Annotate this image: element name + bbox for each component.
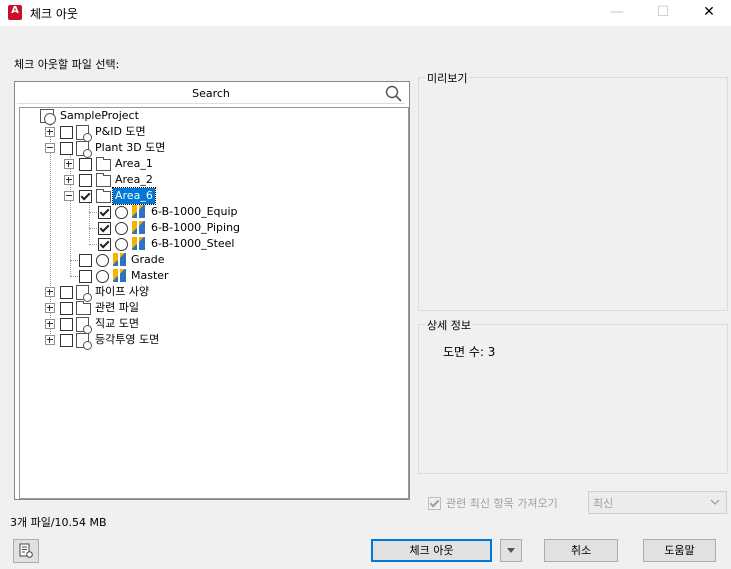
checkbox[interactable]	[79, 254, 92, 267]
checkbox-checked[interactable]	[79, 190, 92, 203]
help-button[interactable]: 도움말	[643, 539, 716, 562]
checkbox-checked[interactable]	[98, 238, 111, 251]
status-circle-icon	[96, 270, 109, 283]
expand-icon[interactable]	[45, 319, 55, 329]
document-icon	[76, 125, 92, 142]
close-button[interactable]: ✕	[686, 0, 731, 26]
document-icon	[76, 141, 92, 158]
expand-icon[interactable]	[64, 159, 74, 169]
checkbox[interactable]	[60, 318, 73, 331]
report-icon	[19, 543, 33, 558]
checkbox[interactable]	[60, 334, 73, 347]
document-icon	[76, 333, 92, 350]
checkbox[interactable]	[60, 126, 73, 139]
folder-icon	[76, 301, 91, 315]
checkbox[interactable]	[60, 302, 73, 315]
chevron-down-icon	[507, 548, 515, 553]
expand-icon[interactable]	[45, 303, 55, 313]
checkbox[interactable]	[79, 158, 92, 171]
expand-icon[interactable]	[45, 287, 55, 297]
maximize-button[interactable]: ☐	[640, 0, 686, 26]
drawing-icon	[113, 253, 126, 266]
get-latest-label: 관련 최신 항목 가져오기	[446, 497, 558, 510]
expand-icon[interactable]	[45, 127, 55, 137]
chevron-down-icon	[710, 499, 720, 505]
checkbox-checked[interactable]	[98, 222, 111, 235]
collapse-icon[interactable]	[45, 143, 55, 153]
checkbox[interactable]	[60, 286, 73, 299]
folder-icon	[96, 189, 111, 203]
details-title: 상세 정보	[425, 317, 473, 333]
preview-group	[418, 77, 728, 311]
status-circle-icon	[115, 238, 128, 251]
autocad-app-icon: A	[8, 5, 22, 20]
drawing-count: 도면 수: 3	[443, 345, 496, 359]
status-circle-icon	[115, 222, 128, 235]
project-icon	[40, 109, 56, 125]
expand-icon[interactable]	[45, 335, 55, 345]
preview-title: 미리보기	[425, 70, 470, 86]
folder-icon	[96, 173, 111, 187]
drawing-icon	[113, 269, 126, 282]
spec-icon	[76, 285, 92, 302]
search-icon[interactable]	[385, 85, 403, 103]
file-tree: SampleProject P&ID 도면 Plant 3D 도면 Area_1…	[19, 107, 409, 499]
checkout-options-dropdown[interactable]	[500, 539, 522, 562]
folder-icon	[96, 157, 111, 171]
minimize-button[interactable]: —	[594, 0, 640, 26]
checkbox[interactable]	[79, 270, 92, 283]
window-title: 체크 아웃	[30, 7, 78, 21]
get-latest-checkbox[interactable]	[428, 497, 441, 510]
version-select[interactable]: 최신	[588, 491, 727, 514]
checkbox[interactable]	[60, 142, 73, 155]
cancel-button[interactable]: 취소	[544, 539, 618, 562]
drawing-icon	[132, 237, 145, 250]
status-circle-icon	[96, 254, 109, 267]
search-input[interactable]: Search	[17, 85, 405, 104]
selection-summary: 3개 파일/10.54 MB	[10, 516, 107, 529]
expand-icon[interactable]	[64, 175, 74, 185]
select-files-label: 체크 아웃할 파일 선택:	[14, 58, 120, 71]
document-icon	[76, 317, 92, 334]
checkout-button[interactable]: 체크 아웃	[371, 539, 492, 562]
checkbox[interactable]	[79, 174, 92, 187]
drawing-icon	[132, 205, 145, 218]
drawing-icon	[132, 221, 145, 234]
checkbox-checked[interactable]	[98, 206, 111, 219]
status-circle-icon	[115, 206, 128, 219]
report-button[interactable]	[13, 539, 39, 563]
collapse-icon[interactable]	[64, 191, 74, 201]
